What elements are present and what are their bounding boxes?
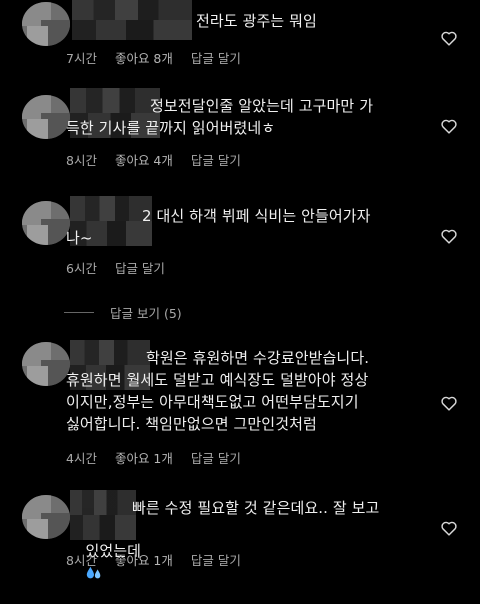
reply-button[interactable]: 답글 달기 [191,553,241,568]
comment-text-line-1: 학원은 휴원하면 수강료안받습니다. [146,349,370,367]
like-count[interactable]: 좋아요 8개 [115,51,173,66]
comment-meta: 4시간 좋아요 1개 답글 달기 [66,448,259,467]
comment-text-line-1: 2 대신 하객 뷔페 식비는 안들어가자 [142,207,371,225]
comment-time: 6시간 [66,261,97,276]
comment-text-line-2: 득한 기사를 끝까지 읽어버렸네ㅎ [66,119,276,137]
comment-text-line-3: 이지만,정부는 아무대책도없고 어떤부담도지기 [66,393,359,411]
avatar[interactable] [22,95,70,139]
comment-text-line-2: 나~ [66,229,93,247]
heart-outline-icon[interactable] [440,228,458,244]
comment-meta: 8시간 좋아요 1개 답글 달기 [66,550,259,569]
reply-button[interactable]: 답글 달기 [191,153,241,168]
comment-meta: 6시간 답글 달기 [66,258,183,277]
comment-meta: 8시간 좋아요 4개 답글 달기 [66,150,259,169]
like-count[interactable]: 좋아요 4개 [115,153,173,168]
comment-time: 8시간 [66,553,97,568]
avatar[interactable] [22,495,70,539]
comment-4: 학원은 휴원하면 수강료안받습니다. 휴원하면 월세도 덜받고 예식장도 덜받아… [0,340,480,475]
heart-outline-icon[interactable] [440,118,458,134]
comment-text-line-1: 정보전달인줄 알았는데 고구마만 가 [150,97,374,115]
blurred-username [72,0,192,40]
comment-meta: 7시간 좋아요 8개 답글 달기 [66,48,259,67]
heart-outline-icon[interactable] [440,520,458,536]
avatar[interactable] [22,2,70,46]
comment-text-line-1: 빠른 수정 필요할 것 같은데요.. 잘 보고 [132,499,380,517]
comment-3: 2 대신 하객 뷔페 식비는 안들어가자 나~ 6시간 답글 달기 [0,196,480,286]
comment-time: 4시간 [66,451,97,466]
like-count[interactable]: 좋아요 1개 [115,451,173,466]
view-replies-button[interactable]: 답글 보기 (5) [64,303,182,322]
heart-outline-icon[interactable] [440,395,458,411]
avatar[interactable] [22,201,70,245]
reply-button[interactable]: 답글 달기 [191,451,241,466]
like-count[interactable]: 좋아요 1개 [115,553,173,568]
reply-button[interactable]: 답글 달기 [115,261,165,276]
comment-time: 8시간 [66,153,97,168]
comment-time: 7시간 [66,51,97,66]
comment-text: 전라도 광주는 뭐임 [196,12,317,30]
view-replies-label: 답글 보기 (5) [110,306,182,321]
avatar[interactable] [22,342,70,386]
reply-button[interactable]: 답글 달기 [191,51,241,66]
comment-text-line-2: 휴원하면 월세도 덜받고 예식장도 덜받아야 정상 [66,371,369,389]
divider [64,312,94,313]
comment-1: 전라도 광주는 뭐임 7시간 좋아요 8개 답글 달기 [0,0,480,70]
comment-5: 빠른 수정 필요할 것 같은데요.. 잘 보고 있었는데 8시간 좋아요 1개 답글… [0,490,480,586]
comment-2: 정보전달인줄 알았는데 고구마만 가 득한 기사를 끝까지 읽어버렸네ㅎ 8시간… [0,88,480,183]
heart-outline-icon[interactable] [440,30,458,46]
comment-text-line-4: 싫어합니다. 책임만없으면 그만인것처럼 [66,415,317,433]
